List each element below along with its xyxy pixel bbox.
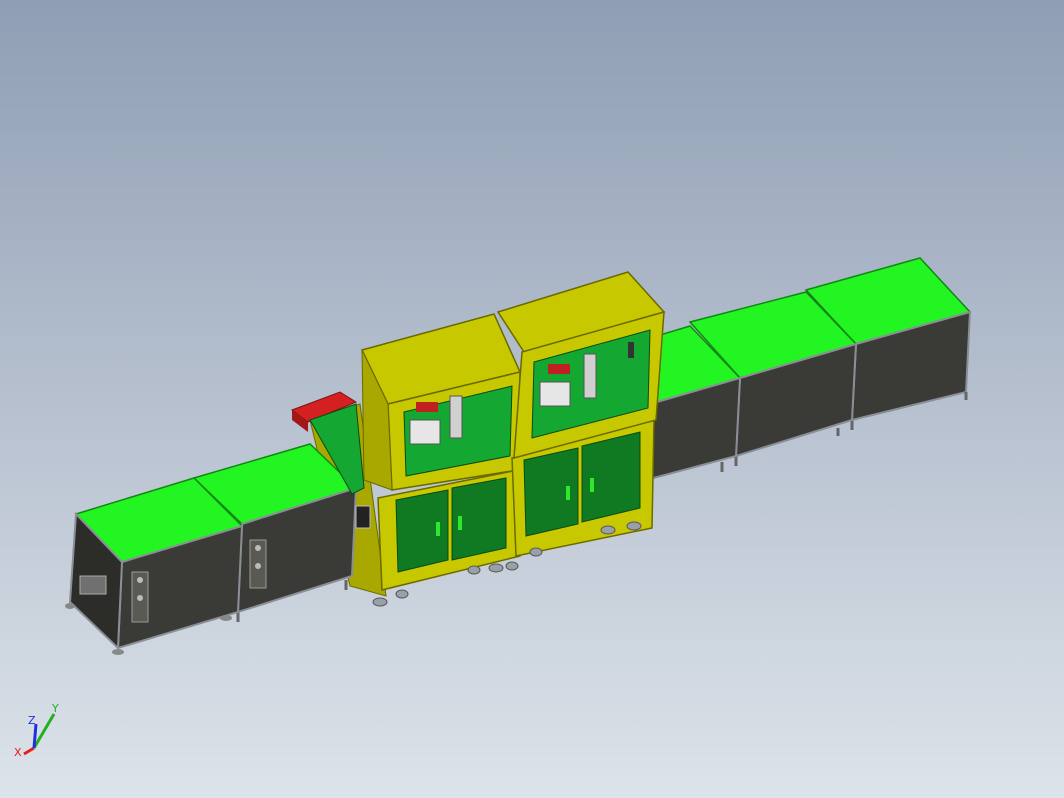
cabinet-door-right-b[interactable] [581, 431, 641, 523]
fixture-post [583, 353, 597, 399]
hmi-panel[interactable] [355, 505, 371, 529]
red-bracket [548, 364, 570, 374]
orientation-triad: X Y Z [14, 702, 59, 759]
fixture-block [539, 381, 571, 407]
z-axis-label: Z [28, 714, 36, 727]
door-handle[interactable] [458, 516, 462, 530]
x-axis-label: X [14, 746, 22, 759]
door-handle[interactable] [590, 478, 594, 492]
door-handle[interactable] [566, 486, 570, 500]
fixture-block [409, 419, 441, 445]
cabinet-door-left-a[interactable] [395, 489, 449, 573]
y-axis-label: Y [51, 702, 59, 715]
motor-unit [79, 575, 107, 595]
yellow-station-right[interactable] [496, 271, 666, 557]
panel-slot [628, 342, 634, 358]
z-axis-icon [32, 723, 38, 749]
y-axis-icon [32, 713, 56, 749]
x-axis-icon [23, 746, 35, 756]
cad-viewport[interactable]: X Y Z [0, 0, 1064, 798]
door-handle[interactable] [436, 522, 440, 536]
fixture-post [449, 395, 463, 439]
assembly-scene[interactable] [0, 0, 1064, 798]
red-bracket [416, 402, 438, 412]
